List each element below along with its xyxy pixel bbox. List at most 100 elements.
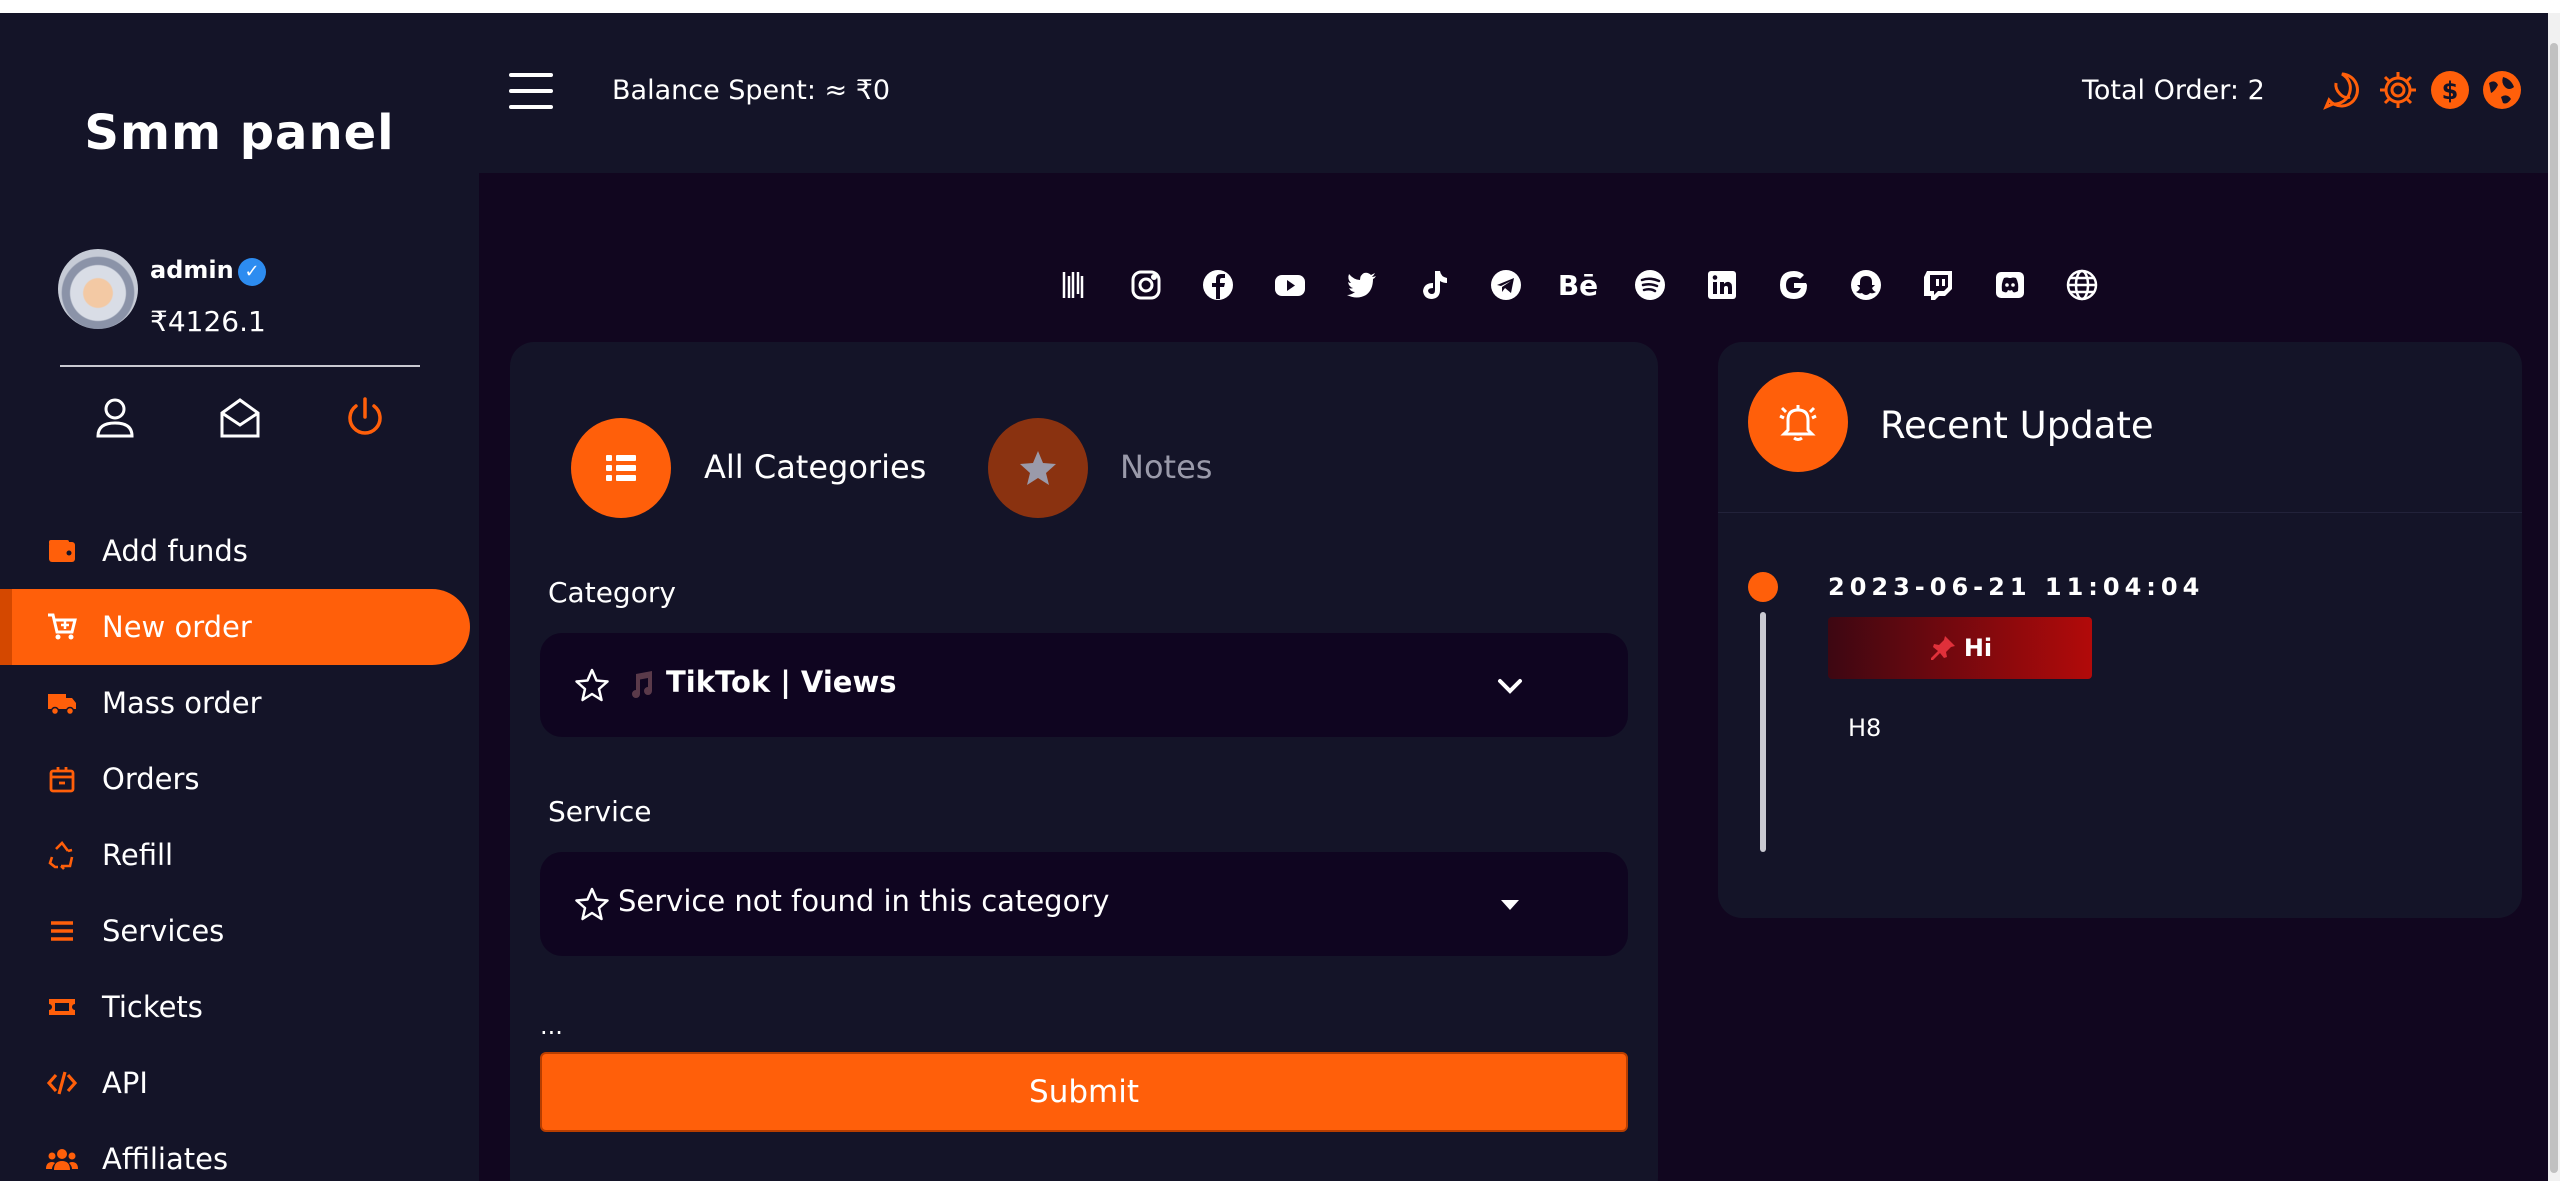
list-icon <box>44 913 80 949</box>
service-label: Service <box>548 795 652 828</box>
top-header: Balance Spent: ≈ ₹0 Total Order: 2 $ <box>479 13 2548 173</box>
star-icon <box>1020 451 1056 485</box>
timeline-dot <box>1748 572 1778 602</box>
submit-button[interactable]: Submit <box>540 1052 1628 1132</box>
settings-icon[interactable] <box>2377 69 2419 111</box>
caret-down-icon <box>1501 900 1519 910</box>
nav-item-add-funds[interactable]: Add funds <box>0 513 479 589</box>
balance-spent: Balance Spent: ≈ ₹0 <box>612 75 891 106</box>
code-icon <box>44 1065 80 1101</box>
nav-item-api[interactable]: API <box>0 1045 479 1121</box>
category-select[interactable]: TikTok | Views <box>540 633 1628 737</box>
service-select[interactable]: Service not found in this category <box>540 852 1628 956</box>
new-order-card: All Categories Notes Category TikTok | V… <box>510 342 1658 1181</box>
service-value: Service not found in this category <box>618 884 1110 918</box>
pushpin-icon <box>1930 636 1955 660</box>
category-label: Category <box>548 576 676 609</box>
update-date: 2023-06-21 11:04:04 <box>1828 573 2205 601</box>
discord-icon[interactable] <box>1974 263 2046 307</box>
cart-plus-icon <box>44 609 80 645</box>
language-globe-icon[interactable] <box>2481 69 2523 111</box>
sidebar: Smm panel admin ✓ ₹4126.1 Add funds New … <box>0 13 479 1181</box>
ellipsis-text: ... <box>540 1012 563 1040</box>
power-icon <box>348 397 382 435</box>
nav-item-affiliates[interactable]: Affiliates <box>0 1121 479 1181</box>
nav-label: Tickets <box>102 990 203 1024</box>
update-divider <box>1718 512 2522 513</box>
social-platforms: Bē <box>1038 263 2118 307</box>
total-order: Total Order: 2 <box>2082 75 2265 106</box>
twitter-icon[interactable] <box>1326 263 1398 307</box>
globe-icon[interactable] <box>2046 263 2118 307</box>
recycle-icon <box>44 837 80 873</box>
user-name: admin <box>150 256 234 284</box>
messages-button[interactable] <box>215 393 265 443</box>
all-categories-tab[interactable] <box>571 418 671 518</box>
facebook-icon[interactable] <box>1182 263 1254 307</box>
user-balance: ₹4126.1 <box>150 305 266 338</box>
star-outline-icon <box>575 668 609 702</box>
spotify-icon[interactable] <box>1614 263 1686 307</box>
nav-item-orders[interactable]: Orders <box>0 741 479 817</box>
tiktok-icon[interactable] <box>1398 263 1470 307</box>
bell-icon <box>1779 405 1817 441</box>
truck-icon <box>44 685 80 721</box>
instagram-icon[interactable] <box>1110 263 1182 307</box>
all-categories-label[interactable]: All Categories <box>704 448 926 486</box>
nav-item-services[interactable]: Services <box>0 893 479 969</box>
chevron-down-icon <box>1498 679 1522 694</box>
nav-label: Refill <box>102 838 174 872</box>
nav-item-tickets[interactable]: Tickets <box>0 969 479 1045</box>
envelope-open-icon <box>220 398 260 438</box>
nav-label: Affiliates <box>102 1142 229 1176</box>
linkedin-icon[interactable] <box>1686 263 1758 307</box>
svg-text:$: $ <box>2442 77 2459 105</box>
notes-label[interactable]: Notes <box>1120 448 1212 486</box>
snapchat-icon[interactable] <box>1830 263 1902 307</box>
nav-item-new-order[interactable]: New order <box>0 589 470 665</box>
scrollbar-thumb[interactable] <box>2550 43 2558 1173</box>
nav-label: Mass order <box>102 686 262 720</box>
recent-update-card: Recent Update 2023-06-21 11:04:04 Hi H8 <box>1718 342 2522 918</box>
whatsapp-icon[interactable] <box>2321 69 2363 111</box>
category-value: TikTok | Views <box>666 665 897 699</box>
sidebar-divider <box>60 365 420 367</box>
barcode-icon[interactable] <box>1038 263 1110 307</box>
timeline-line <box>1760 612 1766 852</box>
telegram-icon[interactable] <box>1470 263 1542 307</box>
nav-item-mass-order[interactable]: Mass order <box>0 665 479 741</box>
star-outline-icon <box>575 887 609 921</box>
logout-button[interactable] <box>340 393 390 443</box>
verified-badge-icon: ✓ <box>238 258 266 286</box>
nav-label: API <box>102 1066 148 1100</box>
google-icon[interactable] <box>1758 263 1830 307</box>
app: Smm panel admin ✓ ₹4126.1 Add funds New … <box>0 13 2548 1181</box>
brand-title: Smm panel <box>84 105 395 161</box>
behance-icon[interactable]: Bē <box>1542 263 1614 307</box>
page-scrollbar[interactable] <box>2548 13 2560 1181</box>
dollar-icon[interactable]: $ <box>2429 69 2471 111</box>
box-icon <box>44 761 80 797</box>
nav-item-refill[interactable]: Refill <box>0 817 479 893</box>
users-icon <box>44 1141 80 1177</box>
wallet-icon <box>44 533 80 569</box>
update-badge-text: Hi <box>1963 634 1993 662</box>
sidebar-nav: Add funds New order Mass order Orders Re… <box>0 513 479 1181</box>
music-note-icon <box>632 671 652 698</box>
notes-tab[interactable] <box>988 418 1088 518</box>
user-icon <box>96 398 134 438</box>
nav-label: Orders <box>102 762 200 796</box>
youtube-icon[interactable] <box>1254 263 1326 307</box>
nav-label: Services <box>102 914 225 948</box>
menu-toggle-icon[interactable] <box>509 73 553 109</box>
avatar[interactable] <box>58 249 138 329</box>
recent-update-title: Recent Update <box>1880 404 2154 447</box>
profile-button[interactable] <box>90 393 140 443</box>
update-badge: Hi <box>1828 617 2092 679</box>
nav-label: New order <box>102 610 252 644</box>
nav-label: Add funds <box>102 534 248 568</box>
list-icon <box>606 455 636 481</box>
twitch-icon[interactable] <box>1902 263 1974 307</box>
bell-badge <box>1748 372 1848 472</box>
update-body: H8 <box>1848 714 1882 742</box>
